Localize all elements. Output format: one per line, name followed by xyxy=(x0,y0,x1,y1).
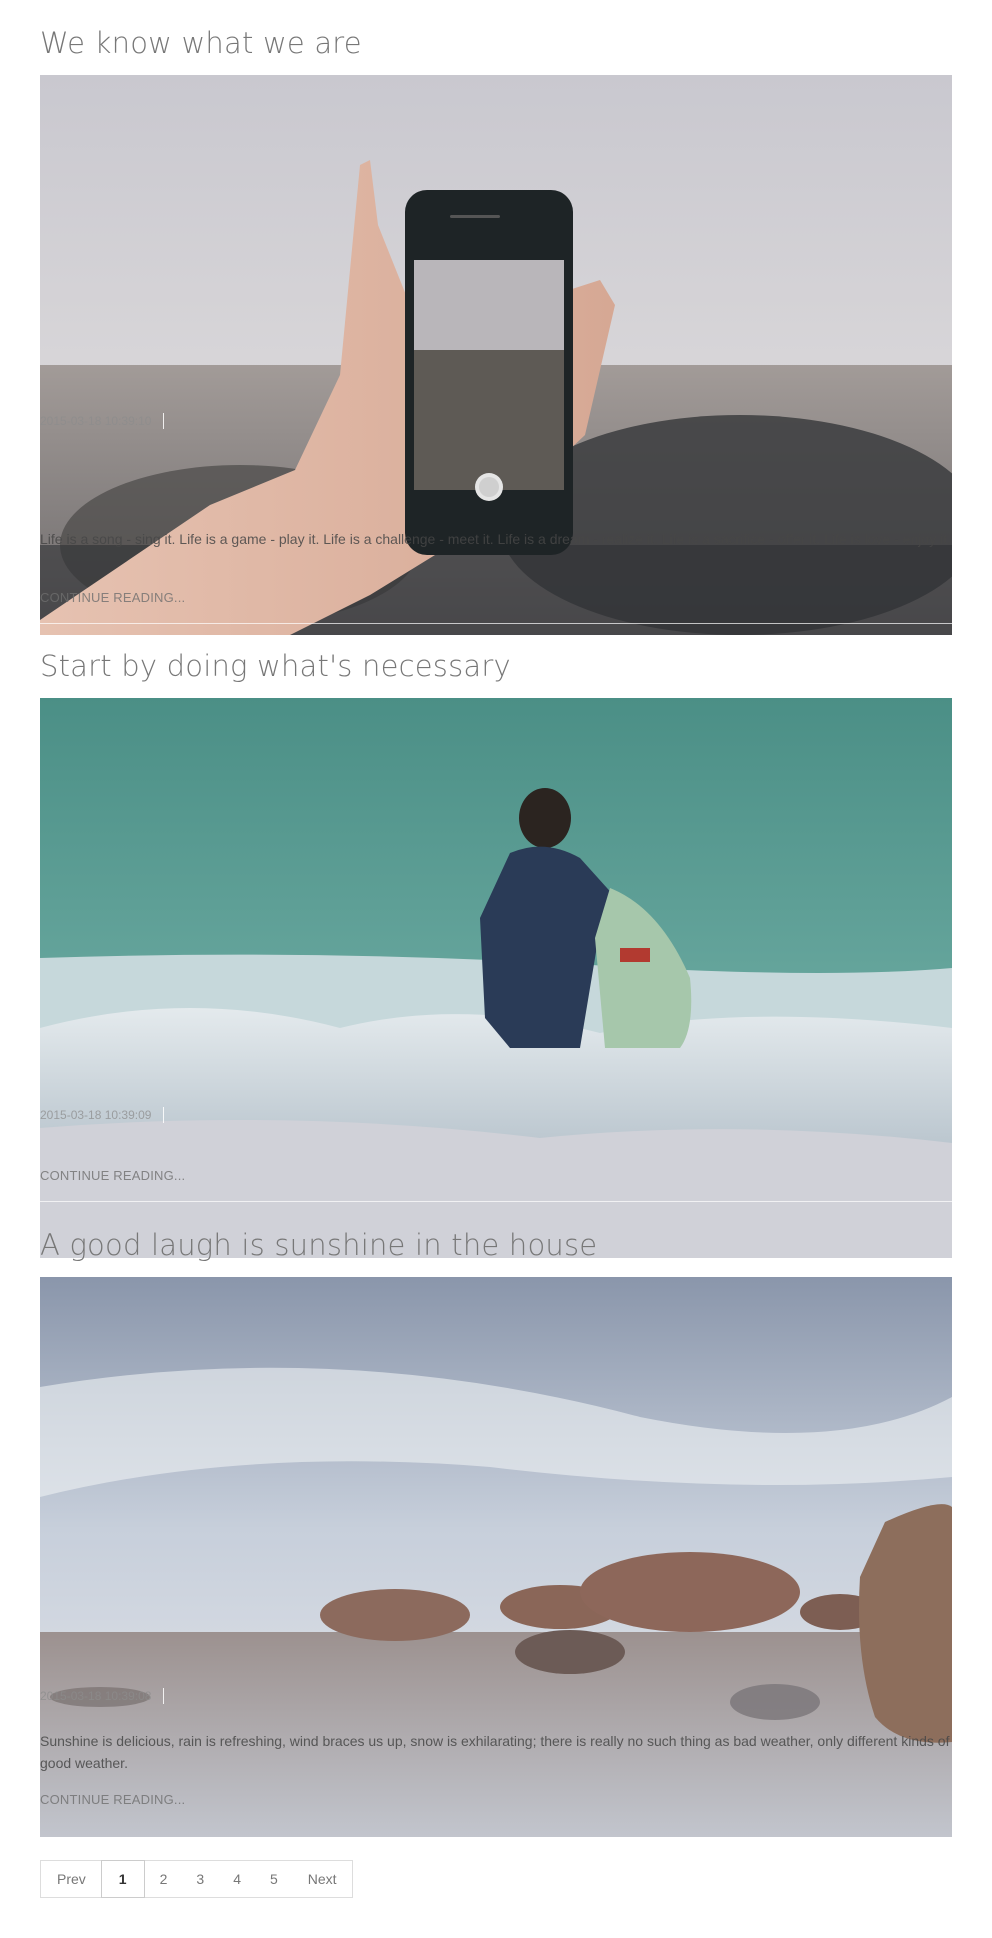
continue-reading-link[interactable]: CONTINUE READING... xyxy=(40,1168,185,1183)
post-meta: 2015-03-18 10:39:08 xyxy=(40,1688,165,1704)
post-meta: 2015-03-18 10:39:10 xyxy=(40,413,165,429)
meta-divider xyxy=(163,413,165,429)
post-title[interactable]: A good laugh is sunshine in the house xyxy=(40,1228,597,1262)
post-title[interactable]: Start by doing what's necessary xyxy=(40,649,511,683)
post-date: 2015-03-18 10:39:10 xyxy=(40,414,152,428)
pagination-page-3[interactable]: 3 xyxy=(181,1861,218,1897)
post-meta: 2015-03-18 10:39:09 xyxy=(40,1107,165,1123)
pagination-prev[interactable]: Prev xyxy=(41,1861,101,1897)
pagination: Prev 1 2 3 4 5 Next xyxy=(40,1860,353,1898)
pagination-page-5[interactable]: 5 xyxy=(255,1861,292,1897)
continue-reading-link[interactable]: CONTINUE READING... xyxy=(40,1792,185,1807)
post-image[interactable] xyxy=(40,75,952,635)
post-divider xyxy=(40,623,952,624)
pagination-page-1[interactable]: 1 xyxy=(100,1860,145,1898)
post-date: 2015-03-18 10:39:08 xyxy=(40,1689,152,1703)
continue-reading-link[interactable]: CONTINUE READING... xyxy=(40,590,185,605)
post-divider xyxy=(40,1201,952,1202)
post-date: 2015-03-18 10:39:09 xyxy=(40,1108,152,1122)
post-title[interactable]: We know what we are xyxy=(40,26,362,60)
meta-divider xyxy=(163,1107,165,1123)
pagination-page-2[interactable]: 2 xyxy=(145,1861,182,1897)
pagination-next[interactable]: Next xyxy=(292,1861,352,1897)
meta-divider xyxy=(163,1688,165,1704)
post-excerpt: Sunshine is delicious, rain is refreshin… xyxy=(40,1733,950,1771)
pagination-page-4[interactable]: 4 xyxy=(218,1861,255,1897)
hand-holding-phone-photo xyxy=(40,75,952,635)
post-excerpt: Life is a song - sing it. Life is a game… xyxy=(40,531,951,547)
